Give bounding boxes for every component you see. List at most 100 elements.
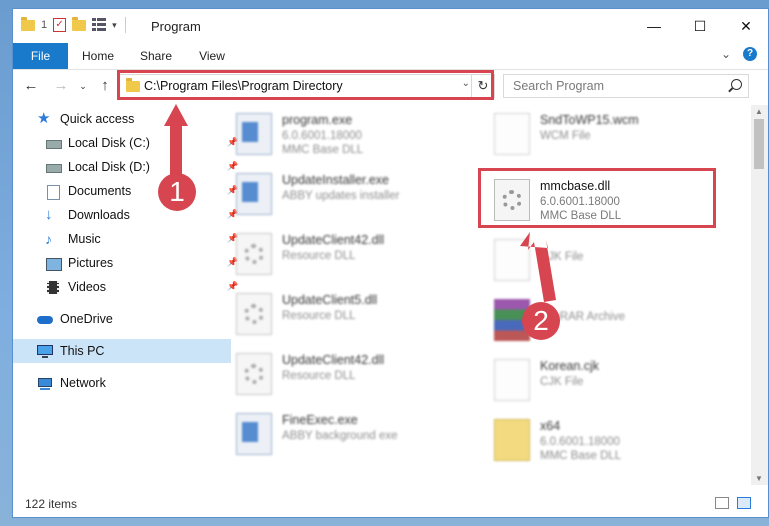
file-name: UpdateClient42.dll bbox=[282, 353, 385, 367]
file-description: CJK File bbox=[540, 251, 584, 263]
music-icon: ♪ bbox=[45, 231, 52, 247]
forward-arrow-icon[interactable]: → bbox=[51, 77, 71, 95]
address-bar[interactable]: C:\Program Files\Program Directory ⌄ ↻ bbox=[119, 74, 495, 98]
large-icons-view-icon[interactable] bbox=[737, 497, 751, 509]
close-button[interactable]: ✕ bbox=[723, 9, 768, 43]
folder-icon bbox=[21, 16, 35, 31]
file-name: mmcbase.dll bbox=[540, 179, 611, 193]
scroll-down-arrow-icon[interactable]: ▼ bbox=[755, 474, 763, 483]
videos-icon bbox=[45, 280, 61, 294]
sidebar-item-label: Quick access bbox=[60, 112, 135, 126]
address-history-chevron-icon[interactable]: ⌄ bbox=[462, 78, 470, 89]
scroll-up-arrow-icon[interactable]: ▲ bbox=[755, 107, 763, 116]
sidebar-item-onedrive[interactable]: OneDrive bbox=[13, 307, 231, 331]
ribbon-tabs: File Home Share View ⌄ ? bbox=[13, 43, 768, 70]
address-folder-icon bbox=[126, 78, 140, 92]
view-list-icon[interactable] bbox=[92, 18, 107, 32]
sidebar-item-pictures[interactable]: Pictures 📌 bbox=[13, 251, 239, 275]
tab-view[interactable]: View bbox=[189, 43, 235, 69]
scrollbar-thumb[interactable] bbox=[754, 119, 764, 169]
exe-icon bbox=[236, 173, 272, 215]
document-icon bbox=[494, 113, 530, 155]
sidebar-item-label: Local Disk (D:) bbox=[68, 160, 150, 174]
drive-icon bbox=[45, 136, 62, 150]
file-item[interactable]: Korean.cjk CJK File bbox=[476, 353, 708, 407]
file-name: program.exe bbox=[282, 113, 353, 127]
expand-ribbon-chevron-icon[interactable]: ⌄ bbox=[721, 47, 731, 61]
sidebar-item-network[interactable]: Network bbox=[13, 371, 231, 395]
file-version: 6.0.6001.18000 bbox=[282, 130, 362, 142]
file-description: Resource DLL bbox=[282, 310, 356, 322]
sidebar-item-label: Local Disk (C:) bbox=[68, 136, 150, 150]
file-item[interactable]: UpdateClient42.dll Resource DLL bbox=[218, 347, 450, 401]
details-view-icon[interactable] bbox=[715, 497, 729, 509]
downloads-icon: ↓ bbox=[45, 206, 53, 223]
maximize-button[interactable]: ☐ bbox=[677, 9, 723, 43]
cloud-icon bbox=[37, 312, 53, 326]
refresh-icon[interactable]: ↻ bbox=[471, 75, 494, 97]
sidebar-item-label: Network bbox=[60, 376, 106, 390]
status-bar: 122 items bbox=[13, 489, 768, 517]
file-description: Resource DLL bbox=[282, 370, 356, 382]
back-arrow-icon[interactable]: ← bbox=[21, 77, 41, 95]
search-box[interactable]: Search Program bbox=[503, 74, 749, 98]
new-folder-icon[interactable] bbox=[72, 16, 87, 31]
sidebar-item-quick-access[interactable]: ★ Quick access bbox=[13, 107, 231, 131]
file-item[interactable]: UpdateClient5.dll Resource DLL bbox=[218, 287, 450, 341]
sidebar-item-downloads[interactable]: ↓ Downloads 📌 bbox=[13, 203, 239, 227]
vertical-scrollbar[interactable]: ▲ ▼ bbox=[751, 105, 768, 485]
properties-icon[interactable]: ✓ bbox=[53, 18, 67, 32]
qat-number: 1 bbox=[41, 19, 48, 31]
sidebar-item-local-disk-d[interactable]: Local Disk (D:) 📌 bbox=[13, 155, 239, 179]
file-description: ABBY background exe bbox=[282, 430, 398, 442]
file-name: FineExec.exe bbox=[282, 413, 358, 427]
file-item[interactable]: CJK File bbox=[476, 233, 708, 287]
file-item-mmcbase-dll[interactable]: mmcbase.dll 6.0.6001.18000 MMC Base DLL bbox=[476, 173, 708, 227]
file-name: UpdateInstaller.exe bbox=[282, 173, 390, 187]
minimize-button[interactable]: — bbox=[631, 9, 677, 43]
sidebar-item-this-pc[interactable]: This PC bbox=[13, 339, 231, 363]
address-path[interactable]: C:\Program Files\Program Directory bbox=[144, 79, 343, 93]
recent-locations-chevron-icon[interactable]: ⌄ bbox=[73, 77, 93, 95]
step-1-badge: 1 bbox=[158, 173, 196, 211]
up-arrow-icon[interactable]: ↑ bbox=[95, 77, 115, 95]
sidebar-item-local-disk-c[interactable]: Local Disk (C:) 📌 bbox=[13, 131, 239, 155]
file-item[interactable]: UpdateClient42.dll Resource DLL bbox=[218, 227, 450, 281]
sidebar-item-label: Documents bbox=[68, 184, 132, 198]
item-count: 122 items bbox=[25, 497, 78, 511]
file-description: MMC Base DLL bbox=[540, 210, 622, 222]
sidebar-item-label: This PC bbox=[60, 344, 105, 358]
file-name: UpdateClient42.dll bbox=[282, 233, 385, 247]
file-item[interactable]: UpdateInstaller.exe ABBY updates install… bbox=[218, 167, 450, 221]
help-icon[interactable]: ? bbox=[743, 47, 757, 61]
network-icon bbox=[37, 376, 53, 390]
navigation-pane: ★ Quick access Local Disk (C:) 📌 Local D… bbox=[13, 105, 238, 485]
star-icon: ★ bbox=[37, 110, 51, 127]
file-item[interactable]: x64 6.0.6001.18000 MMC Base DLL bbox=[476, 413, 708, 467]
search-input[interactable]: Search Program bbox=[513, 79, 604, 93]
drive-icon bbox=[45, 160, 62, 174]
search-icon[interactable] bbox=[731, 79, 742, 90]
computer-icon bbox=[37, 344, 53, 358]
file-item[interactable]: WinRAR Archive bbox=[476, 293, 708, 347]
file-description: MMC Base DLL bbox=[540, 450, 622, 462]
dll-icon bbox=[236, 353, 272, 395]
file-item[interactable]: program.exe 6.0.6001.18000 MMC Base DLL bbox=[218, 107, 450, 161]
sidebar-item-documents[interactable]: Documents 📌 bbox=[13, 179, 239, 203]
exe-icon bbox=[236, 413, 272, 455]
file-item[interactable]: FineExec.exe ABBY background exe bbox=[218, 407, 450, 461]
exe-setup-icon bbox=[236, 113, 272, 155]
tab-home[interactable]: Home bbox=[75, 43, 121, 69]
tab-share[interactable]: Share bbox=[133, 43, 179, 69]
qat-separator bbox=[124, 17, 126, 33]
sidebar-item-videos[interactable]: Videos 📌 bbox=[13, 275, 239, 299]
sidebar-item-label: Downloads bbox=[68, 208, 130, 222]
zip-folder-icon bbox=[494, 419, 530, 461]
customize-qat-chevron-icon[interactable]: ▾ bbox=[112, 20, 117, 31]
dll-icon bbox=[494, 179, 530, 221]
file-item[interactable]: SndToWP15.wcm WCM File bbox=[476, 107, 708, 161]
sidebar-item-music[interactable]: ♪ Music 📌 bbox=[13, 227, 239, 251]
file-name: x64 bbox=[540, 419, 561, 433]
tab-file[interactable]: File bbox=[13, 43, 68, 69]
file-name: SndToWP15.wcm bbox=[540, 113, 639, 127]
